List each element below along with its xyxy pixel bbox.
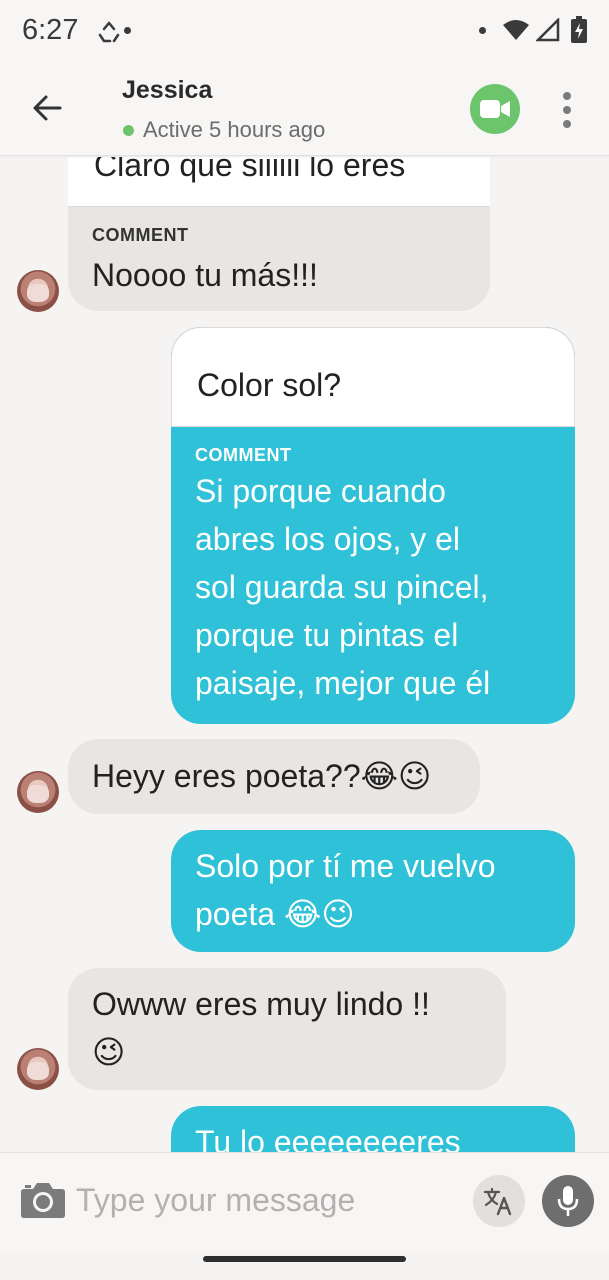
incoming-message[interactable]: Heyy eres poeta??😂😉 (68, 739, 480, 814)
quoted-message-text: Claro que siiiiii lo eres (94, 157, 406, 183)
comment-label: COMMENT (92, 225, 189, 245)
avatar[interactable] (17, 771, 59, 813)
message-line: paisaje, mejor que él (195, 665, 491, 701)
outgoing-message[interactable]: Tu lo eeeeeeeeres (171, 1106, 575, 1152)
signal-icon (536, 18, 560, 42)
back-arrow-icon[interactable] (28, 88, 68, 128)
microphone-icon (557, 1186, 579, 1216)
message-line: poeta 😂😉 (195, 896, 355, 932)
translate-icon (483, 1187, 512, 1216)
status-time: 6:27 (22, 14, 79, 46)
outgoing-message[interactable]: Solo por tí me vuelvo poeta 😂😉 (171, 830, 575, 952)
video-camera-icon (480, 100, 510, 118)
chat-header: Jessica Active 5 hours ago (0, 62, 609, 156)
notification-dot (124, 27, 131, 34)
active-status-text: Active 5 hours ago (143, 117, 326, 142)
camera-icon[interactable] (20, 1181, 66, 1219)
message-input[interactable] (76, 1175, 456, 1225)
battery-charging-icon (571, 16, 587, 43)
comment-label: COMMENT (195, 445, 292, 465)
chat-messages[interactable]: Claro que siiiiii lo eres COMMENT Noooo … (0, 157, 609, 1152)
active-status-dot (123, 125, 134, 136)
message-line: abres los ojos, y el (195, 521, 461, 557)
message-line: Owww eres muy lindo !! (92, 986, 430, 1022)
wifi-icon (503, 20, 529, 40)
message-line: 😉 (92, 1034, 126, 1070)
message-text: Si porque cuando abres los ojos, y el so… (195, 467, 490, 707)
translate-button[interactable] (473, 1175, 525, 1227)
home-indicator[interactable] (203, 1256, 406, 1262)
video-call-button[interactable] (470, 84, 520, 134)
incoming-message[interactable]: Claro que siiiiii lo eres COMMENT Noooo … (68, 157, 490, 311)
message-line: Solo por tí me vuelvo (195, 848, 496, 884)
quoted-message-text: Color sol? (197, 367, 342, 403)
message-text: Heyy eres poeta??😂😉 (92, 758, 432, 794)
message-text: Owww eres muy lindo !! 😉 (92, 980, 430, 1076)
message-text: Noooo tu más!!! (92, 257, 318, 293)
message-line: sol guarda su pincel, (195, 569, 489, 605)
avatar[interactable] (17, 270, 59, 312)
microphone-button[interactable] (542, 1175, 594, 1227)
status-bar: 6:27 (0, 0, 609, 62)
contact-name[interactable]: Jessica (122, 76, 212, 105)
incoming-message[interactable]: Owww eres muy lindo !! 😉 (68, 968, 506, 1090)
notification-dot (479, 27, 486, 34)
message-text: Solo por tí me vuelvo poeta 😂😉 (195, 842, 496, 938)
message-text: Tu lo eeeeeeeeres (195, 1124, 461, 1152)
recycle-icon (98, 21, 120, 43)
message-composer (0, 1152, 609, 1252)
more-options-icon[interactable] (556, 90, 578, 130)
message-line: Si porque cuando (195, 473, 446, 509)
message-line: porque tu pintas el (195, 617, 459, 653)
outgoing-message[interactable]: Color sol? COMMENT Si porque cuando abre… (171, 327, 575, 724)
avatar[interactable] (17, 1048, 59, 1090)
